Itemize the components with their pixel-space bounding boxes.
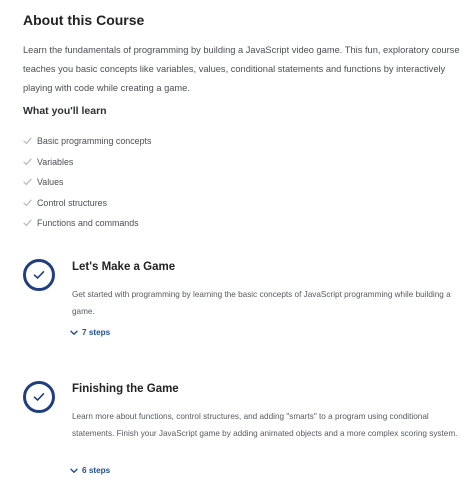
learn-heading: What you'll learn bbox=[23, 105, 107, 117]
module-title: Let's Make a Game bbox=[72, 261, 176, 273]
check-icon bbox=[23, 199, 37, 207]
check-icon bbox=[23, 137, 37, 145]
check-icon bbox=[23, 158, 37, 166]
learn-item: Variables bbox=[23, 152, 151, 173]
chevron-down-icon bbox=[70, 468, 78, 474]
learn-item-label: Variables bbox=[37, 156, 74, 167]
check-circle-icon bbox=[23, 259, 55, 291]
learn-item: Control structures bbox=[23, 193, 151, 214]
steps-toggle[interactable]: 6 steps bbox=[70, 466, 110, 475]
chevron-down-icon bbox=[70, 330, 78, 336]
module-description: Learn more about functions, control stru… bbox=[72, 412, 458, 438]
learn-item-label: Values bbox=[37, 177, 64, 188]
learn-item-label: Functions and commands bbox=[37, 218, 139, 229]
learn-item-label: Control structures bbox=[37, 197, 108, 208]
module-title: Finishing the Game bbox=[72, 383, 179, 395]
learn-item: Functions and commands bbox=[23, 213, 151, 234]
section-title: About this Course bbox=[23, 12, 145, 28]
check-icon bbox=[23, 219, 37, 227]
steps-label: 6 steps bbox=[82, 466, 111, 475]
learn-item-label: Basic programming concepts bbox=[37, 136, 152, 147]
learn-list: Basic programming concepts Variables Val… bbox=[23, 131, 151, 234]
learn-item: Basic programming concepts bbox=[23, 131, 151, 152]
steps-toggle[interactable]: 7 steps bbox=[70, 328, 110, 337]
course-overview-page: About this Course Learn the fundamentals… bbox=[0, 0, 474, 494]
course-description: Learn the fundamentals of programming by… bbox=[23, 45, 460, 93]
check-icon bbox=[23, 178, 37, 186]
module-description: Get started with programming by learning… bbox=[72, 290, 451, 316]
check-circle-icon bbox=[23, 381, 55, 413]
learn-item: Values bbox=[23, 172, 151, 193]
steps-label: 7 steps bbox=[82, 328, 111, 337]
